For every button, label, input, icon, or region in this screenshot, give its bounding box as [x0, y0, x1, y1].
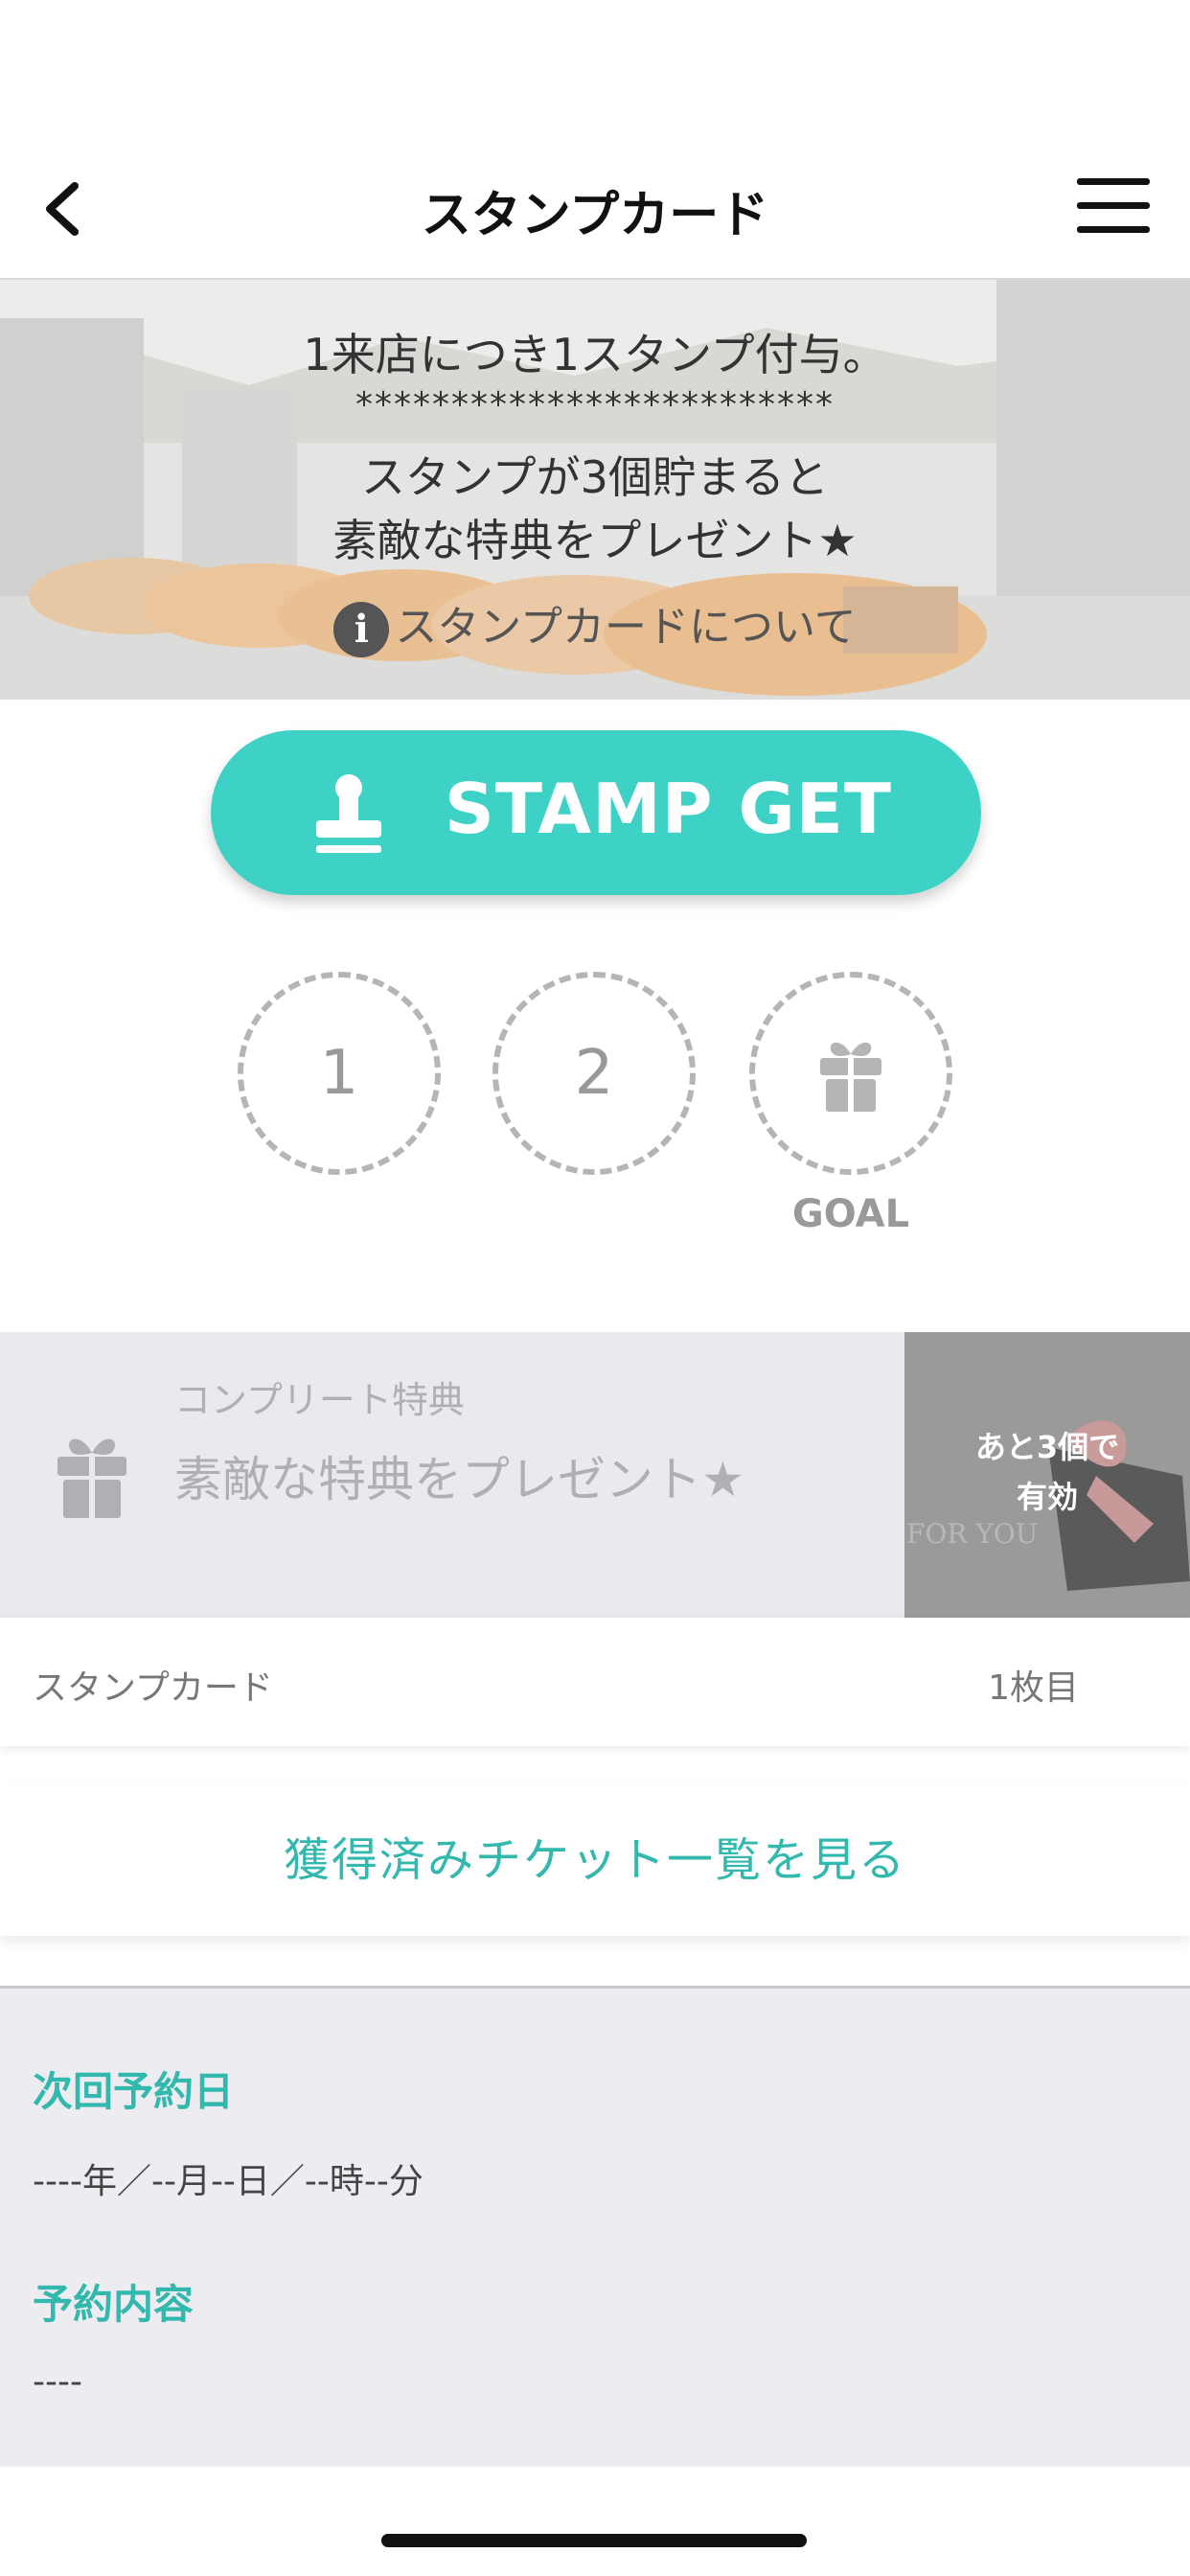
next-reservation-title: 次回予約日: [33, 2068, 235, 2115]
reservation-content-value: ----: [33, 2362, 82, 2402]
stamp-get-button[interactable]: STAMP GET: [211, 730, 981, 895]
about-stamp-card-label: スタンプカードについて: [395, 603, 857, 652]
gift-icon: [820, 1042, 881, 1112]
reservation-content-title: 予約内容: [33, 2281, 195, 2328]
next-reservation-date: ----年／--月--日／--時--分: [33, 2162, 423, 2201]
stamp-card-label: スタンプカード: [33, 1668, 273, 1708]
goal-label: GOAL: [791, 1192, 910, 1236]
info-icon: i: [333, 602, 390, 657]
stamp-slot-2: 2: [492, 972, 696, 1175]
stamp-card-count: 1枚目: [988, 1668, 1079, 1708]
complete-benefit-card[interactable]: コンプリート特典 素敵な特典をプレゼント★ FOR YOU あと3個で 有効: [0, 1332, 1190, 1618]
benefit-caption: コンプリート特典: [174, 1379, 465, 1421]
benefit-image-text: FOR YOU: [906, 1518, 1038, 1550]
benefit-image: FOR YOU あと3個で 有効: [904, 1332, 1190, 1618]
banner-rule-text: 1来店につき1スタンプ付与。: [303, 329, 887, 380]
menu-button[interactable]: [1077, 178, 1150, 236]
gift-icon: [57, 1438, 126, 1518]
benefit-title: 素敵な特典をプレゼント★: [174, 1452, 744, 1507]
stamp-slot-goal: [749, 972, 952, 1175]
banner-reward-text-2: 素敵な特典をプレゼント★: [332, 515, 858, 566]
banner-reward-text: スタンプが3個貯まると: [361, 451, 829, 503]
stamp-get-label: STAMP GET: [445, 769, 892, 849]
stamp-icon: [316, 774, 381, 853]
benefit-remaining-badge: あと3個で 有効: [974, 1429, 1120, 1515]
home-indicator[interactable]: [381, 2534, 807, 2547]
hamburger-menu-icon: [1077, 178, 1150, 185]
page-title: スタンプカード: [421, 187, 769, 244]
stamp-card-count-row: スタンプカード 1枚目: [0, 1618, 1190, 1746]
banner-separator: *************************: [355, 385, 835, 425]
stamp-slot-1: 1: [238, 972, 441, 1175]
view-tickets-button[interactable]: 獲得済みチケット一覧を見る: [0, 1784, 1190, 1936]
reservation-section: 次回予約日 ----年／--月--日／--時--分 予約内容 ----: [0, 1986, 1190, 2467]
about-stamp-card-link[interactable]: i スタンプカードについて: [0, 592, 1190, 657]
stamp-card-banner: 1来店につき1スタンプ付与。 *************************…: [0, 280, 1190, 700]
app-header: スタンプカード: [0, 0, 1190, 280]
